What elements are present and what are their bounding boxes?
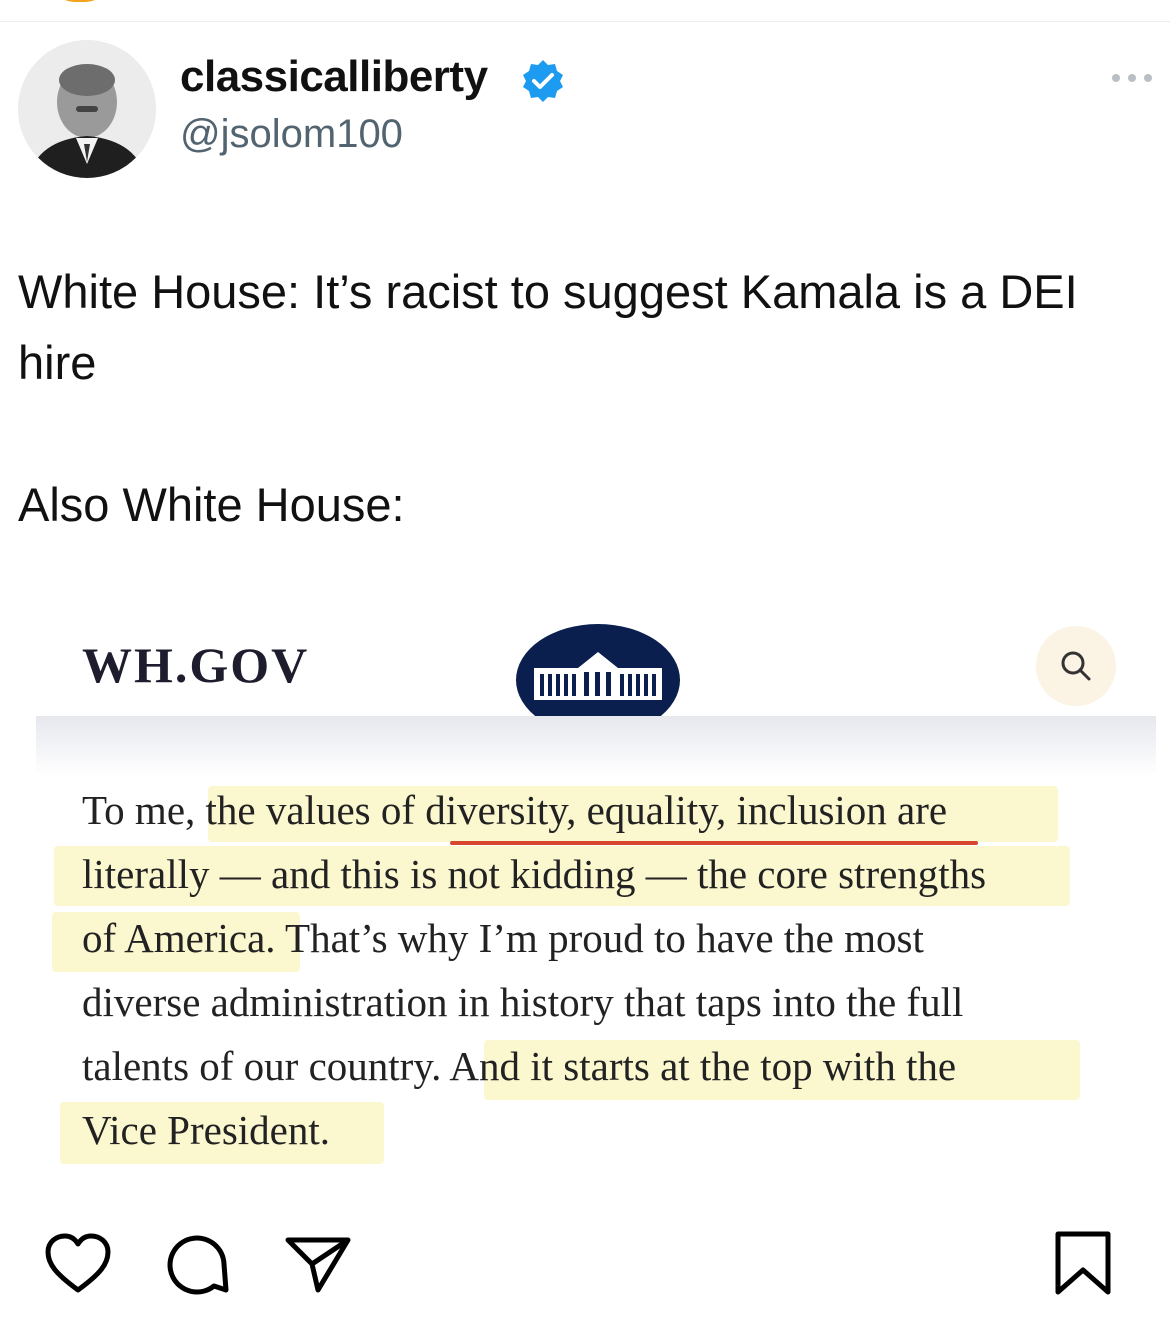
post-text: White House: It’s racist to suggest Kama… <box>18 256 1148 540</box>
site-logo: WH.GOV <box>82 637 310 693</box>
heart-icon[interactable] <box>42 1228 114 1300</box>
quote-line: literally — and this is not kidding — th… <box>82 851 987 897</box>
quote-line: of America. That’s why I’m proud to have… <box>82 915 924 961</box>
quote-text: To me, the values of diversity, equality… <box>82 778 1132 1162</box>
post-text-line: Also White House: <box>18 478 405 531</box>
search-icon <box>1061 651 1091 681</box>
header-shadow <box>36 716 1156 776</box>
story-ring <box>44 0 116 2</box>
handle[interactable]: @jsolom100 <box>180 112 403 157</box>
send-icon[interactable] <box>282 1228 354 1300</box>
divider <box>0 21 1170 22</box>
username[interactable]: classicalliberty <box>180 52 488 102</box>
post-text-line: White House: It’s racist to suggest Kama… <box>18 265 1078 389</box>
comment-icon[interactable] <box>162 1228 234 1300</box>
bookmark-icon[interactable] <box>1050 1228 1116 1300</box>
quote-line: talents of our country. And it starts at… <box>82 1043 957 1089</box>
more-options-icon[interactable] <box>1108 66 1156 90</box>
site-search-button[interactable] <box>1036 626 1116 706</box>
quote-line: diverse administration in history that t… <box>82 979 964 1025</box>
action-bar <box>0 1228 1170 1308</box>
avatar[interactable] <box>18 40 156 178</box>
site-header: WH.GOV <box>36 596 1156 736</box>
embedded-screenshot: WH.GOV To me, the values of diversity, e… <box>36 596 1156 1196</box>
quote-line: Vice President. <box>82 1107 331 1153</box>
verified-badge-icon <box>523 60 563 102</box>
quote-line: To me, the values of diversity, equality… <box>82 787 948 833</box>
